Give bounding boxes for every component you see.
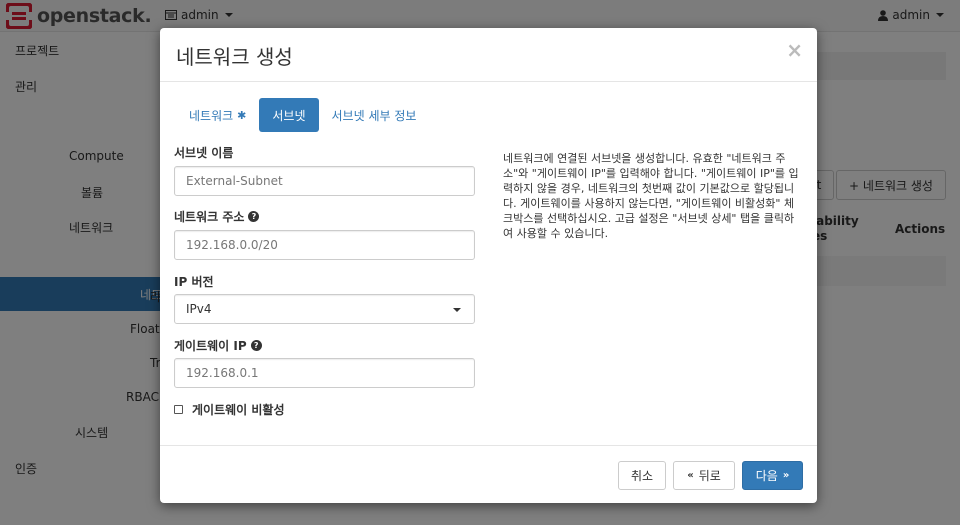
subnet-name-label-text: 서브넷 이름: [174, 146, 234, 160]
cancel-button-label: 취소: [630, 469, 654, 483]
subnet-name-label: 서브넷 이름: [174, 144, 233, 161]
disable-gateway-checkbox[interactable]: [174, 405, 183, 414]
tab-network[interactable]: 네트워크 ✱: [176, 98, 259, 132]
disable-gateway-row: 게이트웨이 비활성: [174, 401, 285, 418]
back-button-label: 뒤로: [698, 469, 721, 483]
cancel-button[interactable]: 취소: [618, 461, 666, 490]
tab-subnet-details[interactable]: 서브넷 세부 정보: [319, 98, 430, 132]
network-address-label: 네트워크 주소 ?: [174, 208, 260, 225]
double-chevron-left-icon: «: [687, 470, 694, 481]
gateway-ip-placeholder: 192.168.0.1: [186, 366, 259, 380]
next-button[interactable]: 다음 »: [742, 461, 803, 490]
subnet-name-placeholder: External-Subnet: [186, 174, 283, 188]
back-button[interactable]: « 뒤로: [673, 461, 735, 490]
tab-subnet[interactable]: 서브넷: [259, 98, 319, 132]
ip-version-select[interactable]: IPv4: [174, 294, 475, 324]
double-chevron-right-icon: »: [782, 470, 790, 481]
help-icon[interactable]: ?: [250, 340, 262, 351]
ip-version-label: IP 버전: [174, 273, 214, 290]
help-icon[interactable]: ?: [248, 211, 260, 222]
disable-gateway-label[interactable]: 게이트웨이 비활성: [192, 401, 285, 418]
network-address-input[interactable]: 192.168.0.0/20: [174, 230, 475, 260]
modal-header: 네트워크 생성 ×: [160, 28, 817, 82]
ip-version-label-text: IP 버전: [174, 275, 214, 289]
tab-network-label: 네트워크: [189, 108, 234, 123]
next-button-label: 다음: [755, 469, 778, 483]
modal-footer: 취소 « 뒤로 다음 »: [160, 445, 817, 503]
gateway-ip-input[interactable]: 192.168.0.1: [174, 358, 475, 388]
gateway-ip-label: 게이트웨이 IP ?: [174, 337, 262, 354]
close-icon[interactable]: ×: [786, 38, 803, 62]
wizard-tabs: 네트워크 ✱ 서브넷 서브넷 세부 정보: [176, 98, 429, 132]
gateway-ip-label-text: 게이트웨이 IP: [174, 339, 247, 353]
ip-version-value: IPv4: [186, 302, 212, 316]
modal-title: 네트워크 생성: [176, 45, 293, 69]
required-asterisk-icon: ✱: [237, 108, 247, 122]
tab-subnet-details-label: 서브넷 세부 정보: [331, 108, 417, 123]
subnet-name-input[interactable]: External-Subnet: [174, 166, 475, 196]
network-address-label-text: 네트워크 주소: [174, 210, 245, 224]
network-address-placeholder: 192.168.0.0/20: [186, 238, 278, 252]
chevron-down-icon: [453, 308, 461, 312]
tab-subnet-label: 서브넷: [272, 108, 306, 123]
subnet-help-description: 네트워크에 연결된 서브넷을 생성합니다. 유효한 "네트워크 주소"와 "게이…: [503, 152, 799, 240]
create-network-dialog: 네트워크 생성 × 네트워크 ✱ 서브넷 서브넷 세부 정보 서브넷 이름 Ex…: [160, 28, 817, 503]
